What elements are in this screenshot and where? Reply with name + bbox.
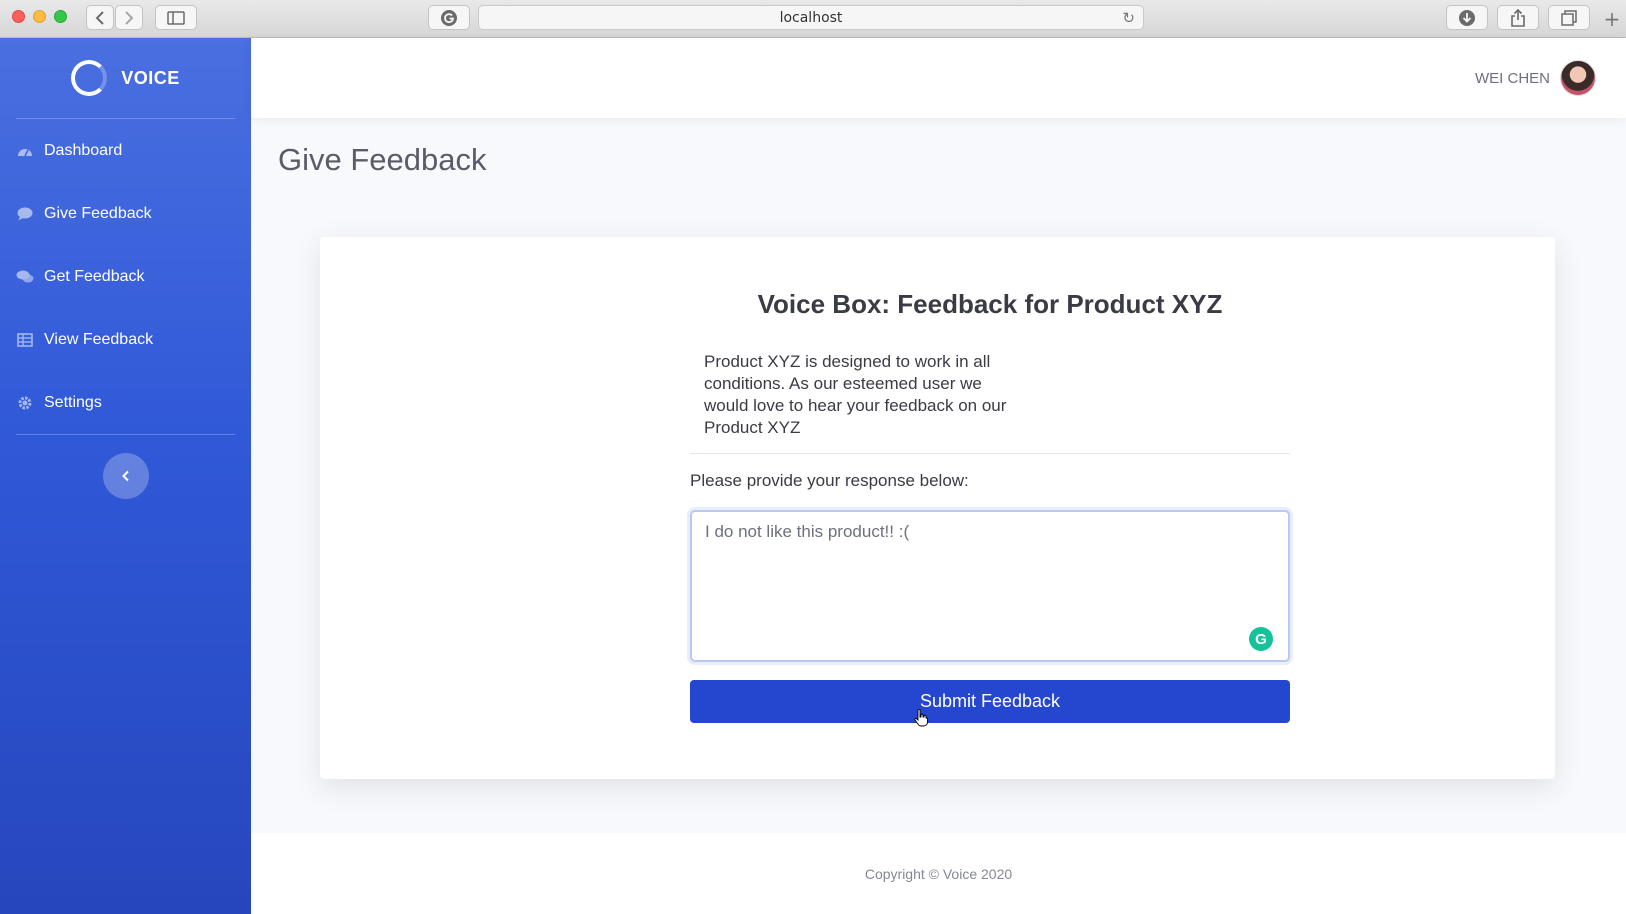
- sidebar-item-give-feedback[interactable]: Give Feedback: [0, 182, 251, 245]
- chevron-right-icon: [125, 10, 134, 25]
- extension-button[interactable]: [428, 5, 470, 30]
- sidebar-item-label: Give Feedback: [44, 204, 152, 222]
- topbar: WEI CHEN: [251, 38, 1626, 118]
- sidebar-item-dashboard[interactable]: Dashboard: [0, 119, 251, 182]
- comments-icon: [16, 268, 34, 286]
- main-content: WEI CHEN Give Feedback Voice Box: Feedba…: [251, 38, 1626, 914]
- back-button[interactable]: [86, 5, 114, 30]
- chevron-left-icon: [121, 470, 129, 482]
- address-bar[interactable]: localhost ↻: [478, 5, 1144, 30]
- chevron-left-icon: [95, 10, 104, 25]
- card-heading: Voice Box: Feedback for Product XYZ: [757, 289, 1223, 319]
- avatar[interactable]: [1560, 60, 1596, 96]
- sidebar-toggle-button[interactable]: [155, 5, 197, 30]
- dashboard-icon: [16, 142, 34, 160]
- sidebar-icon: [167, 10, 185, 25]
- tabs-overview-button[interactable]: [1548, 5, 1590, 30]
- card-divider: [690, 453, 1290, 454]
- comment-icon: [16, 205, 34, 223]
- sidebar-item-label: View Feedback: [44, 330, 154, 348]
- sidebar-item-settings[interactable]: Settings: [0, 371, 251, 434]
- sidebar-item-label: Get Feedback: [44, 267, 145, 285]
- reload-icon[interactable]: ↻: [1122, 9, 1135, 27]
- plus-icon[interactable]: +: [1598, 5, 1626, 33]
- url-text: localhost: [779, 9, 843, 26]
- sidebar-item-view-feedback[interactable]: View Feedback: [0, 308, 251, 371]
- zoom-window-button[interactable]: [54, 10, 67, 23]
- copyright-text: Copyright © Voice 2020: [864, 865, 1013, 882]
- sidebar-nav: Dashboard Give Feedback Get Feedback Vie…: [0, 119, 251, 434]
- feedback-card: Voice Box: Feedback for Product XYZ Prod…: [320, 237, 1555, 779]
- logo-icon: [71, 60, 108, 96]
- sidebar-collapse-button[interactable]: [102, 453, 149, 499]
- grammarly-icon: [441, 9, 457, 26]
- user-name: WEI CHEN: [1475, 69, 1550, 87]
- feedback-textarea[interactable]: [690, 510, 1290, 662]
- product-description: Product XYZ is designed to work in all c…: [704, 352, 1007, 437]
- sidebar-item-label: Dashboard: [44, 141, 123, 159]
- sidebar-item-label: Settings: [44, 393, 102, 411]
- gear-icon: [16, 394, 34, 412]
- close-window-button[interactable]: [12, 10, 25, 23]
- brand[interactable]: VOICE: [0, 38, 251, 118]
- user-menu[interactable]: WEI CHEN: [1475, 60, 1596, 96]
- feedback-form: Voice Box: Feedback for Product XYZ Prod…: [690, 237, 1290, 779]
- downloads-button[interactable]: [1446, 5, 1488, 30]
- footer: Copyright © Voice 2020: [251, 833, 1626, 914]
- page-title: Give Feedback: [278, 142, 487, 177]
- share-button[interactable]: [1497, 5, 1539, 30]
- hand-cursor-icon: [914, 709, 928, 727]
- sidebar-divider: [16, 434, 235, 435]
- table-icon: [16, 331, 34, 349]
- share-icon: [1511, 8, 1525, 27]
- sidebar-item-get-feedback[interactable]: Get Feedback: [0, 245, 251, 308]
- grammarly-icon[interactable]: G: [1249, 627, 1273, 651]
- brand-name: VOICE: [121, 67, 180, 88]
- response-label: Please provide your response below:: [690, 471, 969, 490]
- sidebar: VOICE Dashboard Give Feedback Get Feedba…: [0, 38, 251, 914]
- minimize-window-button[interactable]: [33, 10, 46, 23]
- browser-toolbar: localhost ↻ +: [0, 0, 1626, 38]
- forward-button[interactable]: [115, 5, 143, 30]
- tabs-icon: [1561, 9, 1577, 26]
- submit-feedback-button[interactable]: Submit Feedback: [690, 680, 1290, 723]
- download-icon: [1459, 9, 1475, 26]
